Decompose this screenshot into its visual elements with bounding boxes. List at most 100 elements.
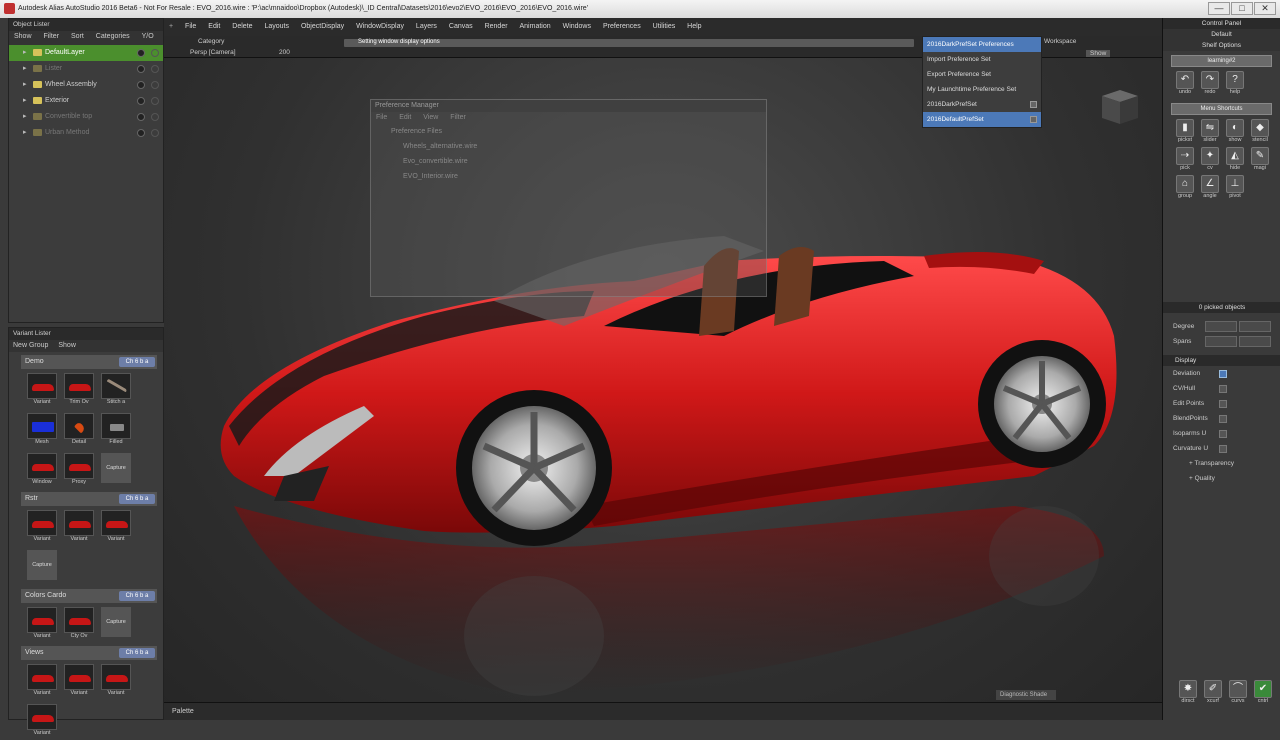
quality-section[interactable]: + Quality <box>1163 471 1280 486</box>
menu-item-launchtime-prefset[interactable]: My Launchtime Preference Set <box>923 82 1041 97</box>
isoparms-checkbox[interactable] <box>1219 430 1227 438</box>
tree-item-convertible-top[interactable]: ▸ Convertible top <box>9 109 163 125</box>
variant-group-rstr[interactable]: Rstr Ch 6 b a <box>21 492 157 506</box>
variant-thumb[interactable]: Variant <box>101 664 131 700</box>
tree-item-urban-method[interactable]: ▸ Urban Method <box>9 125 163 141</box>
minimize-button[interactable]: — <box>1208 2 1230 15</box>
visibility-icon[interactable] <box>137 65 145 73</box>
xcurf-tool[interactable]: ✐ xcurf <box>1201 680 1225 708</box>
spans-field[interactable] <box>1205 336 1237 347</box>
menu-windows[interactable]: Windows <box>558 18 596 36</box>
tab-filter[interactable]: Filter <box>38 31 64 43</box>
capture-button[interactable]: Capture <box>101 607 131 643</box>
variant-thumb[interactable]: Proxy <box>64 453 94 489</box>
variant-thumb[interactable]: Variant <box>64 510 94 546</box>
lock-icon[interactable] <box>151 81 159 89</box>
pref-file-item[interactable]: Wheels_alternative.wire <box>371 139 766 154</box>
expand-icon[interactable]: ▸ <box>23 45 27 61</box>
menu-item-import-prefset[interactable]: Import Preference Set <box>923 52 1041 67</box>
menu-item-export-prefset[interactable]: Export Preference Set <box>923 67 1041 82</box>
default-dropdown[interactable]: Default <box>1163 29 1280 40</box>
variant-thumb[interactable]: Trim Ov <box>64 373 94 409</box>
pickst-tool[interactable]: ▮ pickst <box>1173 119 1197 147</box>
help-tool[interactable]: ? help <box>1223 71 1247 99</box>
stencil-tool[interactable]: ◆ stencil <box>1248 119 1272 147</box>
menu-edit[interactable]: Edit <box>203 18 225 36</box>
workspace-dropdown[interactable]: Workspace <box>1044 38 1076 45</box>
menu-preferences[interactable]: Preferences <box>598 18 646 36</box>
visibility-icon[interactable] <box>137 113 145 121</box>
variant-thumb[interactable]: Variant <box>27 510 57 546</box>
cntrl-tool[interactable]: ✔ cntrl <box>1251 680 1275 708</box>
pref-files-root[interactable]: Preference Files <box>371 124 766 139</box>
cv-hull-checkbox[interactable] <box>1219 385 1227 393</box>
cv-tool[interactable]: ✦ cv <box>1198 147 1222 175</box>
variant-thumb[interactable]: Filled <box>101 413 131 449</box>
undo-tool[interactable]: ↶ undo <box>1173 71 1197 99</box>
view-cube-icon[interactable] <box>1098 86 1142 126</box>
variant-thumb[interactable]: Mesh <box>27 413 57 449</box>
variant-thumb[interactable]: Variant <box>27 664 57 700</box>
variant-thumb[interactable]: Cty Ov <box>64 607 94 643</box>
pref-menu-edit[interactable]: Edit <box>394 112 416 124</box>
magi-tool[interactable]: ✎ magi <box>1248 147 1272 175</box>
menu-objectdisplay[interactable]: ObjectDisplay <box>296 18 349 36</box>
degree-field-2[interactable] <box>1239 321 1271 332</box>
lock-icon[interactable] <box>151 97 159 105</box>
lock-icon[interactable] <box>151 129 159 137</box>
curvs-tool[interactable]: ⌒ curvs <box>1226 680 1250 708</box>
menu-add-icon[interactable]: + <box>164 18 178 36</box>
tab-show[interactable]: Show <box>9 31 37 43</box>
variant-group-colors[interactable]: Colors Cardo Ch 6 b a <box>21 589 157 603</box>
deviation-checkbox[interactable] <box>1219 370 1227 378</box>
lock-icon[interactable] <box>151 65 159 73</box>
menu-help[interactable]: Help <box>682 18 706 36</box>
hide-tool[interactable]: ◭ hide <box>1223 147 1247 175</box>
expand-icon[interactable]: ▸ <box>23 93 27 109</box>
show-button[interactable]: Show <box>1086 50 1111 57</box>
edit-points-checkbox[interactable] <box>1219 400 1227 408</box>
expand-icon[interactable]: ▸ <box>23 109 27 125</box>
menu-windowdisplay[interactable]: WindowDisplay <box>351 18 409 36</box>
visibility-icon[interactable] <box>137 129 145 137</box>
pivot-tool[interactable]: ⊥ pivot <box>1223 175 1247 203</box>
angle-tool[interactable]: ∠ angle <box>1198 175 1222 203</box>
curvature-checkbox[interactable] <box>1219 445 1227 453</box>
pref-menu-view[interactable]: View <box>418 112 443 124</box>
pref-menu-file[interactable]: File <box>371 112 392 124</box>
menu-canvas[interactable]: Canvas <box>444 18 478 36</box>
menu-item-current-prefset[interactable]: 2016DarkPrefSet Preferences <box>923 37 1041 52</box>
lock-icon[interactable] <box>151 113 159 121</box>
lock-icon[interactable] <box>151 49 159 57</box>
pref-menu-filter[interactable]: Filter <box>445 112 471 124</box>
variant-group-views[interactable]: Views Ch 6 b a <box>21 646 157 660</box>
option-box-icon[interactable] <box>1030 116 1037 123</box>
pref-file-item[interactable]: EVO_Interior.wire <box>371 169 766 184</box>
learning-shelf-button[interactable]: learning#2 <box>1171 55 1272 67</box>
group-cd-button[interactable]: Ch 6 b a <box>119 591 155 601</box>
variant-thumb[interactable]: Variant <box>27 607 57 643</box>
menu-item-darkprefset[interactable]: 2016DarkPrefSet <box>923 97 1041 112</box>
tree-item-exterior[interactable]: ▸ Exterior <box>9 93 163 109</box>
menu-render[interactable]: Render <box>480 18 513 36</box>
group-cd-button[interactable]: Ch 6 b a <box>119 357 155 367</box>
category-dropdown[interactable]: Category <box>198 38 224 45</box>
degree-field[interactable] <box>1205 321 1237 332</box>
visibility-icon[interactable] <box>137 81 145 89</box>
menu-delete[interactable]: Delete <box>227 18 257 36</box>
tab-categories[interactable]: Categories <box>91 31 135 43</box>
menu-layouts[interactable]: Layouts <box>259 18 294 36</box>
slider-tool[interactable]: ⇋ slider <box>1198 119 1222 147</box>
variant-group-demo[interactable]: Demo Ch 6 b a <box>21 355 157 369</box>
menu-utilities[interactable]: Utilities <box>648 18 681 36</box>
tree-item-defaultlayer[interactable]: ▸ DefaultLayer <box>9 45 163 61</box>
diagnostic-shade-button[interactable]: Diagnostic Shade <box>996 690 1056 700</box>
menu-animation[interactable]: Animation <box>515 18 556 36</box>
redo-tool[interactable]: ↷ redo <box>1198 71 1222 99</box>
display-section-header[interactable]: Display <box>1163 355 1280 366</box>
preference-manager-window[interactable]: Preference Manager File Edit View Filter… <box>370 99 767 297</box>
variant-thumb[interactable]: Variant <box>27 373 57 409</box>
shelf-options-button[interactable]: Shelf Options <box>1163 40 1280 51</box>
tree-item-wheel-assembly[interactable]: ▸ Wheel Assembly <box>9 77 163 93</box>
show-tool[interactable]: ◐ show <box>1223 119 1247 147</box>
